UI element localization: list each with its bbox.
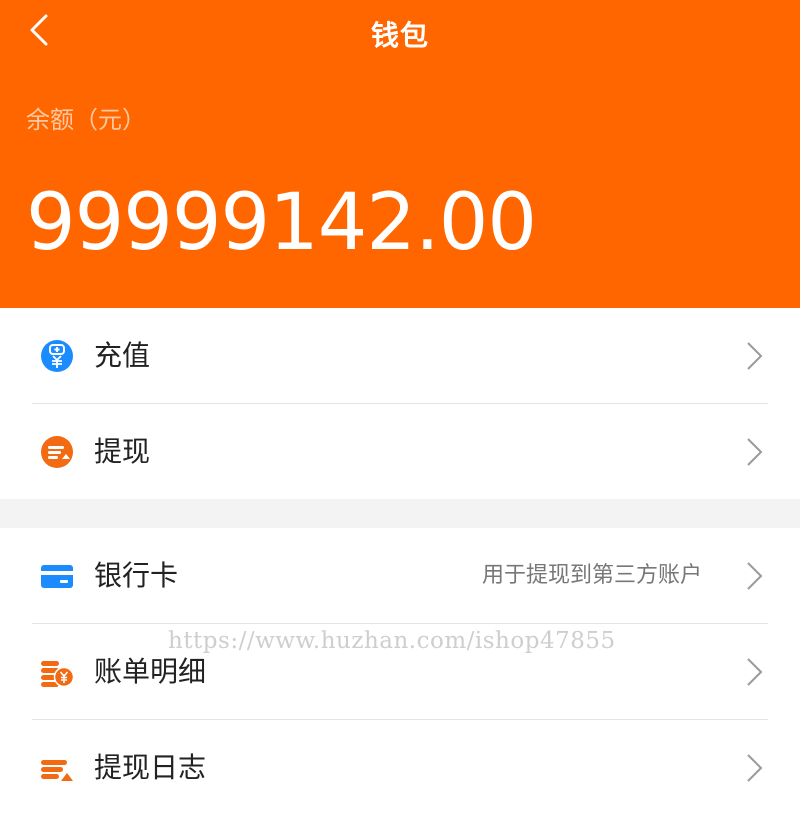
watermark: https://www.huzhan.com/ishop47855 xyxy=(168,628,616,654)
balance-label: 余额（元） xyxy=(26,106,146,134)
chevron-right-icon xyxy=(747,657,763,686)
wallet-header: 钱包 余额（元） 99999142.00 xyxy=(0,0,800,308)
bank-card-label: 银行卡 xyxy=(94,559,179,592)
bank-card-icon xyxy=(41,564,73,588)
bank-card-hint: 用于提现到第三方账户 xyxy=(481,563,702,588)
bank-card-row[interactable]: 银行卡 用于提现到第三方账户 xyxy=(0,528,800,623)
withdraw-log-icon xyxy=(41,759,73,781)
page-title: 钱包 xyxy=(370,19,429,52)
withdraw-icon xyxy=(41,435,73,468)
withdraw-log-row[interactable]: 提现日志 xyxy=(0,720,800,815)
chevron-right-icon xyxy=(747,753,763,782)
withdraw-log-label: 提现日志 xyxy=(94,751,207,784)
recharge-label: 充值 xyxy=(94,339,151,372)
withdraw-row[interactable]: 提现 xyxy=(0,404,800,499)
recharge-row[interactable]: 充值 xyxy=(0,308,800,403)
chevron-right-icon xyxy=(747,561,763,590)
balance-amount: 99999142.00 xyxy=(26,178,537,268)
section-gap xyxy=(0,499,800,528)
recharge-icon xyxy=(41,339,73,372)
chevron-right-icon xyxy=(747,341,763,370)
withdraw-label: 提现 xyxy=(94,435,151,468)
chevron-right-icon xyxy=(747,437,763,466)
bill-details-icon xyxy=(41,660,74,687)
